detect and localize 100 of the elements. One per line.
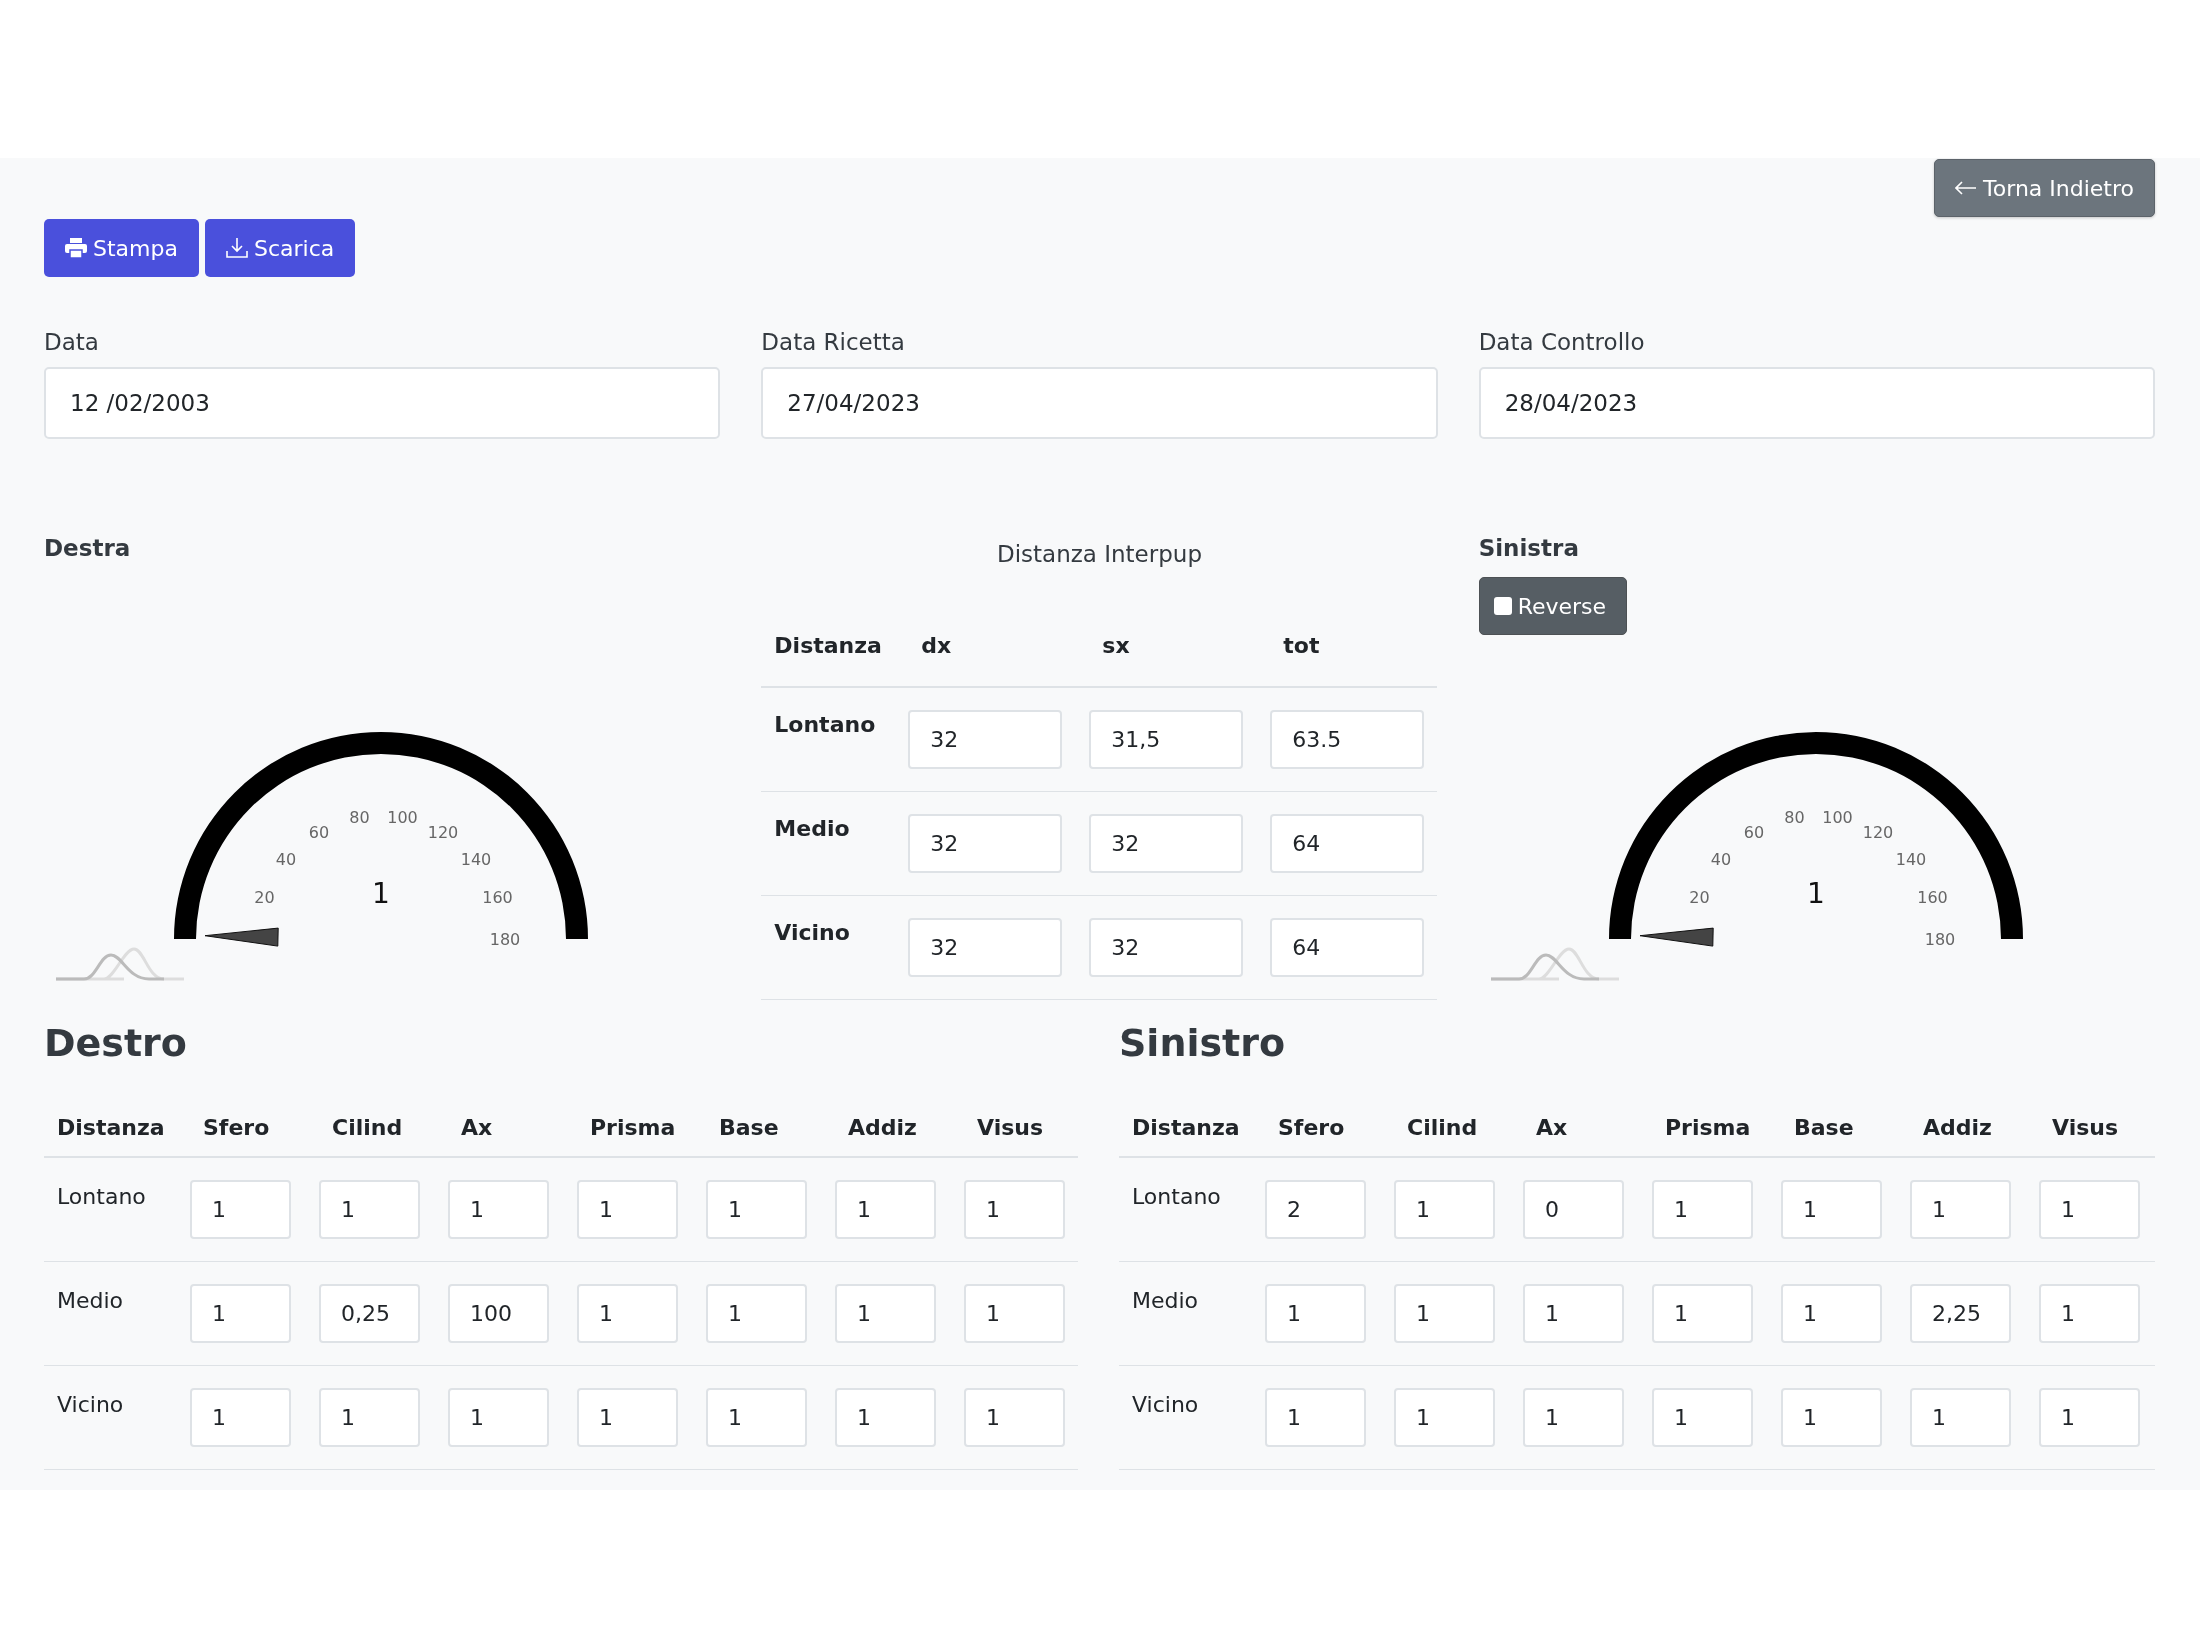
gauge-tick-label: 60: [308, 822, 330, 842]
input-field[interactable]: 1: [577, 1388, 678, 1447]
input-field[interactable]: 2,25: [1910, 1284, 2011, 1343]
input-field[interactable]: 1: [1394, 1180, 1495, 1239]
input-field[interactable]: 1: [835, 1388, 936, 1447]
input-field[interactable]: 1: [1652, 1284, 1753, 1343]
download-button[interactable]: Scarica: [204, 219, 356, 277]
gauge-tick-label: 180: [489, 930, 521, 949]
gauge-tick-label: 140: [1895, 850, 1926, 870]
input-field[interactable]: 1: [1910, 1180, 2011, 1239]
input-field[interactable]: 32: [908, 814, 1063, 873]
row-label: Lontano: [1132, 1184, 1221, 1209]
gauge-tick-label: 160: [482, 887, 513, 907]
gauge-tick-label: 40: [1710, 850, 1731, 870]
row-label: Vicino: [57, 1392, 124, 1417]
input-field[interactable]: 1: [577, 1284, 678, 1343]
row-label: Medio: [57, 1288, 124, 1313]
input-field[interactable]: 1: [190, 1180, 291, 1239]
input-field[interactable]: 1: [448, 1388, 549, 1447]
input-field[interactable]: 1: [1781, 1388, 1882, 1447]
column-header: Prisma: [577, 1095, 706, 1158]
section-title: Sinistra: [1478, 535, 1579, 561]
column-header: Addiz: [835, 1095, 964, 1158]
input-field[interactable]: 1: [190, 1388, 291, 1447]
section-title: Destra: [44, 535, 131, 561]
input-field[interactable]: 2: [1265, 1180, 1366, 1239]
column-header: Distanza: [761, 611, 909, 688]
date-field[interactable]: 28/04/2023: [1478, 367, 2155, 439]
input-field[interactable]: 1: [2039, 1284, 2140, 1343]
input-field[interactable]: 1: [2039, 1388, 2140, 1447]
column-header: Distanza: [44, 1095, 190, 1158]
input-field[interactable]: 1: [1652, 1388, 1753, 1447]
printer-icon: [65, 238, 87, 258]
input-field[interactable]: 0,25: [319, 1284, 420, 1343]
column-header: Sfero: [1265, 1095, 1394, 1158]
input-field[interactable]: 1: [448, 1180, 549, 1239]
input-field[interactable]: 1: [1523, 1388, 1624, 1447]
date-field[interactable]: 12 /02/2003: [44, 367, 721, 439]
input-field[interactable]: 1: [706, 1284, 807, 1343]
input-field[interactable]: 63.5: [1270, 710, 1425, 769]
input-field[interactable]: 1: [706, 1180, 807, 1239]
input-field[interactable]: 1: [1781, 1284, 1882, 1343]
print-button[interactable]: Stampa: [44, 219, 199, 277]
input-field[interactable]: 1: [1523, 1284, 1624, 1343]
gauge-tick-label: 140: [460, 850, 492, 870]
column-header: sx: [1089, 611, 1271, 688]
input-field[interactable]: 100: [448, 1284, 549, 1343]
input-field[interactable]: 64: [1270, 918, 1425, 977]
gauge-value: 1: [372, 877, 390, 910]
field-label: Data Controllo: [1478, 329, 1645, 355]
input-field[interactable]: 1: [835, 1284, 936, 1343]
reverse-checkbox[interactable]: Reverse: [1478, 577, 1628, 635]
wave-icon: [54, 947, 186, 981]
date-field[interactable]: 27/04/2023: [761, 367, 1438, 439]
gauge-tick-label: 40: [275, 850, 297, 870]
input-field[interactable]: 1: [2039, 1180, 2140, 1239]
column-header: Visus: [964, 1095, 1078, 1158]
input-field[interactable]: 1: [190, 1284, 291, 1343]
input-field[interactable]: 1: [964, 1388, 1065, 1447]
input-field[interactable]: 1: [1394, 1284, 1495, 1343]
column-header: Cilind: [319, 1095, 448, 1158]
field-label: Data: [44, 329, 99, 355]
column-header: Ax: [448, 1095, 577, 1158]
input-field[interactable]: 1: [1910, 1388, 2011, 1447]
input-field[interactable]: 0: [1523, 1180, 1624, 1239]
gauge-tick-label: 180: [1924, 930, 1955, 949]
input-field[interactable]: 31,5: [1089, 710, 1244, 769]
input-field[interactable]: 1: [964, 1284, 1065, 1343]
gauge-value: 1: [1806, 877, 1825, 910]
gauge-tick-label: 120: [1862, 822, 1893, 842]
input-field[interactable]: 32: [1089, 918, 1244, 977]
gauge-tick-label: 80: [349, 807, 370, 827]
input-field[interactable]: 1: [1265, 1284, 1366, 1343]
input-field[interactable]: 32: [908, 710, 1063, 769]
row-label: Lontano: [774, 712, 876, 737]
gauge-tick-label: 160: [1916, 887, 1948, 907]
input-field[interactable]: 1: [1394, 1388, 1495, 1447]
gauge-tick-label: 80: [1784, 807, 1805, 827]
row-label: Medio: [1132, 1288, 1199, 1313]
input-field[interactable]: 1: [1652, 1180, 1753, 1239]
gauge-tick-label: 20: [1689, 887, 1710, 907]
row-label: Medio: [774, 816, 850, 841]
input-field[interactable]: 1: [577, 1180, 678, 1239]
column-header: dx: [908, 611, 1090, 688]
input-field[interactable]: 32: [908, 918, 1063, 977]
table-title: Destro: [44, 1021, 187, 1065]
gauge-tick-label: 100: [387, 807, 418, 827]
gauge-tick-label: 100: [1821, 807, 1853, 827]
input-field[interactable]: 1: [1781, 1180, 1882, 1239]
input-field[interactable]: 1: [1265, 1388, 1366, 1447]
input-field[interactable]: 1: [964, 1180, 1065, 1239]
input-field[interactable]: 64: [1270, 814, 1425, 873]
row-label: Vicino: [1132, 1392, 1199, 1417]
input-field[interactable]: 1: [706, 1388, 807, 1447]
input-field[interactable]: 1: [319, 1388, 420, 1447]
input-field[interactable]: 32: [1089, 814, 1244, 873]
input-field[interactable]: 1: [835, 1180, 936, 1239]
back-button[interactable]: Torna Indietro: [1934, 159, 2155, 217]
column-header: Base: [706, 1095, 835, 1158]
input-field[interactable]: 1: [319, 1180, 420, 1239]
